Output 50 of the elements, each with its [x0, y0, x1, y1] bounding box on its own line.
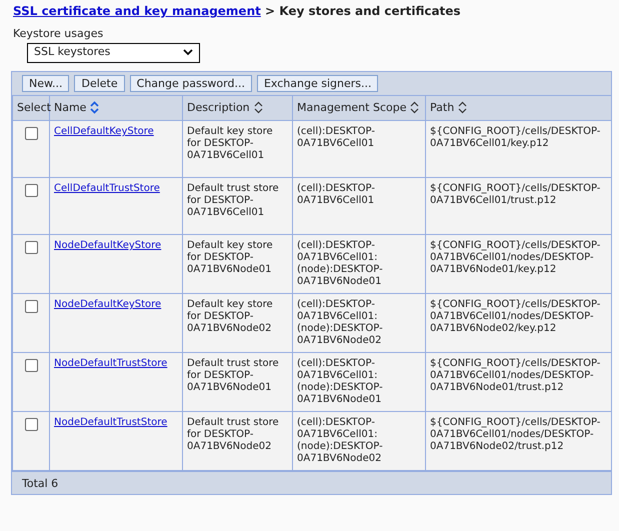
- table-cell: (cell):DESKTOP-0A71BV6Cell01:(node):DESKTOP-0A71BV6Node02: [297, 417, 383, 464]
- table-cell: (cell):DESKTOP-0A71BV6Cell01:(node):DESKTOP-0A71BV6Node02: [297, 299, 383, 346]
- row-checkbox[interactable]: [24, 127, 38, 140]
- table-cell: Default trust store for DESKTOP-0A71BV6Node02: [187, 417, 279, 452]
- keystore-usages-dropdown[interactable]: SSL keystores: [27, 42, 200, 62]
- sort-icon[interactable]: [458, 101, 468, 114]
- column-header: Select: [12, 95, 50, 120]
- table-footer: Total 6: [12, 471, 611, 494]
- toolbar-button[interactable]: Change password...: [130, 74, 252, 92]
- table-cell: Default key store for DESKTOP-0A71BV6Node02: [187, 299, 273, 334]
- row-checkbox[interactable]: [24, 359, 38, 372]
- breadcrumb-link[interactable]: SSL certificate and key management: [13, 4, 261, 18]
- table-cell: ${CONFIG_ROOT}/cells/DESKTOP-0A71BV6Cell01/key.p12: [430, 126, 600, 149]
- column-header[interactable]: Management Scope: [292, 95, 426, 120]
- keystore-name-link[interactable]: CellDefaultTrustStore: [54, 183, 160, 194]
- row-checkbox[interactable]: [24, 241, 38, 254]
- table-cell: (cell):DESKTOP-0A71BV6Cell01: [297, 183, 375, 206]
- toolbar-button[interactable]: Delete: [74, 74, 125, 92]
- row-checkbox[interactable]: [24, 300, 38, 313]
- sort-icon[interactable]: [90, 101, 100, 114]
- table-cell: ${CONFIG_ROOT}/cells/DESKTOP-0A71BV6Cell01/nodes/DESKTOP-0A71BV6Node01/trust.p12: [430, 358, 600, 393]
- table-cell: Default key store for DESKTOP-0A71BV6Node01: [187, 240, 273, 275]
- table-cell: ${CONFIG_ROOT}/cells/DESKTOP-0A71BV6Cell01/nodes/DESKTOP-0A71BV6Node02/trust.p12: [430, 417, 600, 452]
- field-label: Keystore usages: [13, 26, 104, 42]
- table-cell: (cell):DESKTOP-0A71BV6Cell01: [297, 126, 375, 149]
- row-checkbox[interactable]: [24, 418, 38, 431]
- column-header[interactable]: Name: [50, 95, 182, 120]
- toolbar-button[interactable]: Exchange signers...: [256, 74, 378, 92]
- chevron-down-icon: [183, 49, 193, 56]
- row-checkbox[interactable]: [24, 184, 38, 197]
- keystore-name-link[interactable]: NodeDefaultKeyStore: [54, 240, 162, 251]
- table-cell: ${CONFIG_ROOT}/cells/DESKTOP-0A71BV6Cell01/nodes/DESKTOP-0A71BV6Node02/key.p12: [430, 299, 600, 334]
- sort-icon[interactable]: [410, 101, 420, 114]
- table-cell: (cell):DESKTOP-0A71BV6Cell01:(node):DESKTOP-0A71BV6Node01: [297, 358, 383, 405]
- sort-icon[interactable]: [254, 101, 263, 114]
- keystore-name-link[interactable]: NodeDefaultKeyStore: [54, 299, 162, 310]
- column-header[interactable]: Description: [182, 95, 292, 120]
- table-cell: Default trust store for DESKTOP-0A71BV6Cell01: [187, 183, 279, 218]
- table-cell: ${CONFIG_ROOT}/cells/DESKTOP-0A71BV6Cell01/trust.p12: [430, 183, 600, 206]
- page-title: Key stores and certificates: [279, 4, 461, 18]
- keystore-name-link[interactable]: NodeDefaultTrustStore: [54, 358, 168, 369]
- table-cell: Default key store for DESKTOP-0A71BV6Cell01: [187, 126, 273, 161]
- keystore-name-link[interactable]: NodeDefaultTrustStore: [54, 417, 168, 428]
- breadcrumb-separator: >: [264, 4, 276, 18]
- toolbar-button[interactable]: New...: [22, 74, 70, 92]
- table-cell: Default trust store for DESKTOP-0A71BV6Node01: [187, 358, 279, 393]
- keystore-name-link[interactable]: CellDefaultKeyStore: [54, 126, 154, 137]
- column-header[interactable]: Path: [426, 95, 612, 120]
- table-cell: ${CONFIG_ROOT}/cells/DESKTOP-0A71BV6Cell01/nodes/DESKTOP-0A71BV6Node01/key.p12: [430, 240, 600, 275]
- table-cell: (cell):DESKTOP-0A71BV6Cell01:(node):DESKTOP-0A71BV6Node01: [297, 240, 383, 287]
